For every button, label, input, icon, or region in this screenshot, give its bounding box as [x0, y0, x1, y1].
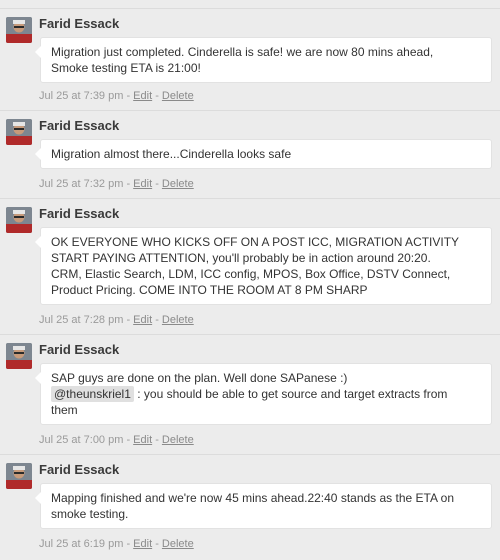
post-timestamp: Jul 25 at 7:00 pm	[39, 434, 124, 446]
edit-link[interactable]: Edit	[133, 314, 152, 326]
message-line: Migration just completed. Cinderella is …	[51, 45, 434, 59]
separator: -	[152, 538, 162, 550]
separator: -	[123, 178, 134, 190]
post-message: Mapping finished and we're now 45 mins a…	[35, 483, 492, 529]
separator: -	[123, 538, 134, 550]
post-author[interactable]: Farid Essack	[39, 206, 119, 221]
message-line: START PAYING ATTENTION, you'll probably …	[51, 251, 431, 265]
post-timestamp: Jul 25 at 6:19 pm	[39, 538, 124, 550]
user-avatar-icon[interactable]	[6, 119, 32, 145]
separator: -	[123, 90, 134, 102]
post-author[interactable]: Farid Essack	[39, 16, 119, 31]
feed-post: Farid Essack Mapping finished and we're …	[0, 454, 500, 559]
edit-link[interactable]: Edit	[133, 434, 152, 446]
post-meta: Jul 25 at 7:39 pm - Edit - Delete	[39, 90, 194, 102]
user-avatar-icon[interactable]	[6, 463, 32, 489]
message-line: SAP guys are done on the plan. Well done…	[51, 371, 348, 385]
post-author[interactable]: Farid Essack	[39, 342, 119, 357]
message-line: smoke testing.	[51, 507, 129, 521]
post-author[interactable]: Farid Essack	[39, 462, 119, 477]
feed-post: Farid Essack Migration almost there...Ci…	[0, 110, 500, 197]
delete-link[interactable]: Delete	[162, 178, 194, 190]
message-line: Mapping finished and we're now 45 mins a…	[51, 491, 454, 505]
user-mention[interactable]: @theunskriel1	[51, 386, 134, 402]
post-author[interactable]: Farid Essack	[39, 118, 119, 133]
edit-link[interactable]: Edit	[133, 538, 152, 550]
separator: -	[123, 434, 134, 446]
user-avatar-icon[interactable]	[6, 207, 32, 233]
delete-link[interactable]: Delete	[162, 538, 194, 550]
message-line: Migration almost there...Cinderella look…	[51, 147, 292, 161]
message-line: Smoke testing ETA is 21:00!	[51, 61, 201, 75]
message-line: @theunskriel1 : you should be able to ge…	[51, 386, 481, 402]
feed-post: Farid Essack OK EVERYONE WHO KICKS OFF O…	[0, 198, 500, 333]
separator: -	[152, 434, 162, 446]
post-meta: Jul 25 at 7:28 pm - Edit - Delete	[39, 314, 194, 326]
user-avatar-icon[interactable]	[6, 17, 32, 43]
separator: -	[152, 90, 162, 102]
post-meta: Jul 25 at 6:19 pm - Edit - Delete	[39, 538, 194, 550]
delete-link[interactable]: Delete	[162, 434, 194, 446]
message-line: OK EVERYONE WHO KICKS OFF ON A POST ICC,…	[51, 235, 460, 249]
post-message: OK EVERYONE WHO KICKS OFF ON A POST ICC,…	[35, 227, 492, 305]
post-message: SAP guys are done on the plan. Well done…	[35, 363, 492, 425]
message-text: : you should be able to get source and t…	[133, 387, 448, 401]
post-message: Migration just completed. Cinderella is …	[35, 37, 492, 83]
post-timestamp: Jul 25 at 7:28 pm	[39, 314, 124, 326]
post-timestamp: Jul 25 at 7:32 pm	[39, 178, 124, 190]
feed-post: Farid Essack Migration just completed. C…	[0, 8, 500, 109]
delete-link[interactable]: Delete	[162, 90, 194, 102]
post-meta: Jul 25 at 7:32 pm - Edit - Delete	[39, 178, 194, 190]
message-line: them	[51, 403, 78, 417]
edit-link[interactable]: Edit	[133, 178, 152, 190]
separator: -	[123, 314, 134, 326]
message-line: Product Pricing. COME INTO THE ROOM AT 8…	[51, 283, 368, 297]
separator: -	[152, 314, 162, 326]
post-meta: Jul 25 at 7:00 pm - Edit - Delete	[39, 434, 194, 446]
post-message: Migration almost there...Cinderella look…	[35, 139, 492, 169]
message-line: CRM, Elastic Search, LDM, ICC config, MP…	[51, 267, 451, 281]
feed-post: Farid Essack SAP guys are done on the pl…	[0, 334, 500, 453]
post-timestamp: Jul 25 at 7:39 pm	[39, 90, 124, 102]
user-avatar-icon[interactable]	[6, 343, 32, 369]
separator: -	[152, 178, 162, 190]
delete-link[interactable]: Delete	[162, 314, 194, 326]
edit-link[interactable]: Edit	[133, 90, 152, 102]
